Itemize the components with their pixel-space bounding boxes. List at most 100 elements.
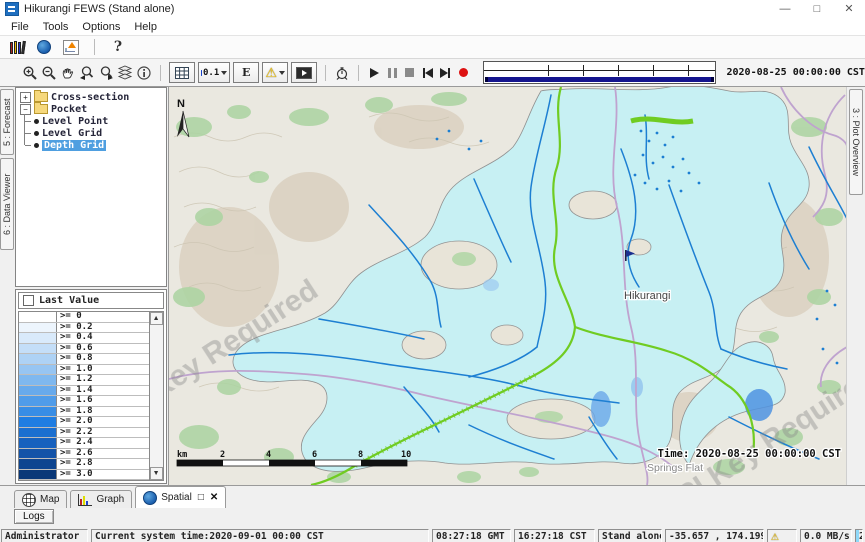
legend-rows: >= 0 >= 0.2 >= 0.4 bbox=[19, 312, 149, 480]
time-slider[interactable] bbox=[483, 61, 716, 84]
legend-row-label: >= 0.8 bbox=[57, 354, 149, 364]
last-value-checkbox[interactable] bbox=[23, 295, 34, 306]
minimize-button[interactable]: — bbox=[769, 1, 801, 18]
map-time-overlay: Time: 2020-08-25 00:00:00 CST bbox=[657, 448, 840, 460]
legend-color-swatch bbox=[19, 438, 57, 448]
tab-maximize-icon[interactable]: □ bbox=[198, 492, 204, 503]
tab-close-icon[interactable]: ✕ bbox=[210, 492, 218, 503]
scroll-up-icon[interactable] bbox=[150, 312, 163, 325]
tab-data-viewer[interactable]: 6 : Data Viewer bbox=[0, 158, 14, 250]
record-button[interactable] bbox=[456, 64, 471, 82]
status-mode: Stand alone bbox=[598, 529, 662, 542]
legend-row: >= 0 bbox=[19, 312, 149, 323]
zoom-out-icon[interactable] bbox=[41, 64, 57, 82]
menu-item[interactable]: Help bbox=[127, 21, 164, 33]
svg-text:4: 4 bbox=[266, 450, 271, 460]
legend-row: >= 3.0 bbox=[19, 470, 149, 481]
legend-row-label: >= 2.0 bbox=[57, 417, 149, 427]
time-span-bar bbox=[485, 77, 714, 82]
expand-icon[interactable] bbox=[20, 92, 31, 103]
tree-node-level-point[interactable]: Level Point bbox=[20, 115, 164, 127]
tab-spatial[interactable]: Spatial □ ✕ bbox=[135, 486, 226, 508]
dropdown-caret-icon bbox=[279, 71, 285, 75]
legend-row-label: >= 1.2 bbox=[57, 375, 149, 385]
status-transfer-rate: 0.0 MB/s bbox=[800, 529, 852, 542]
go-to-end-button[interactable] bbox=[438, 64, 453, 82]
svg-text:10: 10 bbox=[401, 450, 411, 460]
svg-text:km: km bbox=[177, 450, 187, 460]
legend-row-label: >= 0.4 bbox=[57, 333, 149, 343]
zoom-in-icon[interactable] bbox=[22, 64, 38, 82]
play-button[interactable] bbox=[367, 64, 382, 82]
legend-row-label: >= 1.8 bbox=[57, 407, 149, 417]
legend-color-swatch bbox=[19, 386, 57, 396]
interpolation-icon[interactable] bbox=[62, 38, 80, 56]
node-bullet-icon bbox=[34, 143, 39, 148]
tree-node-depth-grid[interactable]: Depth Grid bbox=[20, 139, 164, 151]
help-icon[interactable]: ? bbox=[109, 38, 127, 56]
spatial-tab-icon bbox=[143, 491, 157, 505]
zoom-previous-icon[interactable] bbox=[79, 64, 95, 82]
map-toolbar: 0.1 E ⚠ 2020-08-25 00:00:00 CST bbox=[0, 59, 865, 87]
legend-row: >= 2.8 bbox=[19, 459, 149, 470]
legend-header: Last Value bbox=[18, 292, 164, 309]
map-display-icon[interactable] bbox=[35, 38, 53, 56]
status-warning[interactable]: ⚠ bbox=[767, 529, 797, 542]
class-break-dropdown[interactable]: 0.1 bbox=[198, 62, 230, 83]
graph-tab-icon bbox=[78, 494, 92, 506]
scroll-down-icon[interactable] bbox=[150, 467, 163, 480]
stop-button[interactable] bbox=[402, 64, 417, 82]
legend-color-swatch bbox=[19, 417, 57, 427]
legend-color-swatch bbox=[19, 407, 57, 417]
legend-row-label: >= 2.4 bbox=[57, 438, 149, 448]
legend-table: >= 0 >= 0.2 >= 0.4 bbox=[18, 311, 164, 481]
status-bar: Administrator Current system time:2020-0… bbox=[0, 528, 865, 542]
layers-icon[interactable] bbox=[117, 64, 133, 82]
svg-text:8: 8 bbox=[358, 450, 363, 460]
legend-row-label: >= 0 bbox=[57, 312, 149, 322]
animation-display-button[interactable] bbox=[291, 62, 317, 83]
tree-node-level-grid[interactable]: Level Grid bbox=[20, 127, 164, 139]
menu-item[interactable]: Tools bbox=[36, 21, 76, 33]
svg-text:6: 6 bbox=[312, 450, 317, 460]
maximize-button[interactable]: □ bbox=[801, 1, 833, 18]
legend-row: >= 0.8 bbox=[19, 354, 149, 365]
tree-connector bbox=[25, 145, 31, 146]
animation-settings-icon[interactable] bbox=[334, 64, 350, 82]
info-icon[interactable] bbox=[136, 64, 152, 82]
legend-color-swatch bbox=[19, 459, 57, 469]
tab-plot-overview[interactable]: 3 : Plot Overview bbox=[849, 89, 863, 195]
tab-forecast[interactable]: 5 : Forecast bbox=[0, 89, 14, 155]
menu-item[interactable]: File bbox=[4, 21, 36, 33]
pan-hand-icon[interactable] bbox=[60, 64, 76, 82]
right-tab-strip: 3 : Plot Overview bbox=[846, 87, 865, 485]
logs-button[interactable]: Logs bbox=[14, 509, 54, 524]
scrollbar-track[interactable] bbox=[150, 325, 163, 467]
tab-graph[interactable]: Graph bbox=[70, 490, 132, 508]
collapse-icon[interactable] bbox=[20, 104, 31, 115]
legend-color-swatch bbox=[19, 323, 57, 333]
folder-icon bbox=[34, 104, 48, 114]
tree-node-pocket[interactable]: Pocket bbox=[20, 103, 164, 115]
zoom-next-icon[interactable] bbox=[98, 64, 114, 82]
threshold-warning-dropdown[interactable]: ⚠ bbox=[262, 62, 288, 83]
status-local-time: 16:27:18 CST bbox=[514, 529, 595, 542]
legend-row: >= 2.4 bbox=[19, 438, 149, 449]
close-button[interactable]: ✕ bbox=[833, 1, 865, 18]
map-canvas[interactable]: API Key Required API Key Required Hikura… bbox=[169, 87, 846, 485]
bottom-tab-bar: Map Graph Spatial □ ✕ bbox=[0, 485, 865, 508]
menu-item[interactable]: Options bbox=[75, 21, 127, 33]
tree-node-cross-section[interactable]: Cross-section bbox=[20, 91, 164, 103]
legend-scrollbar[interactable] bbox=[149, 312, 163, 480]
go-to-start-button[interactable] bbox=[420, 64, 435, 82]
tab-map[interactable]: Map bbox=[14, 490, 67, 508]
legend-row: >= 2.0 bbox=[19, 417, 149, 428]
pause-button[interactable] bbox=[385, 64, 400, 82]
tree-connector bbox=[24, 114, 25, 145]
longitudinal-section-button[interactable]: E bbox=[233, 62, 259, 83]
legend-color-swatch bbox=[19, 365, 57, 375]
grid-display-button[interactable] bbox=[169, 62, 195, 83]
tree-connector bbox=[25, 121, 31, 122]
legend-color-swatch bbox=[19, 344, 57, 354]
database-icon[interactable] bbox=[8, 38, 26, 56]
